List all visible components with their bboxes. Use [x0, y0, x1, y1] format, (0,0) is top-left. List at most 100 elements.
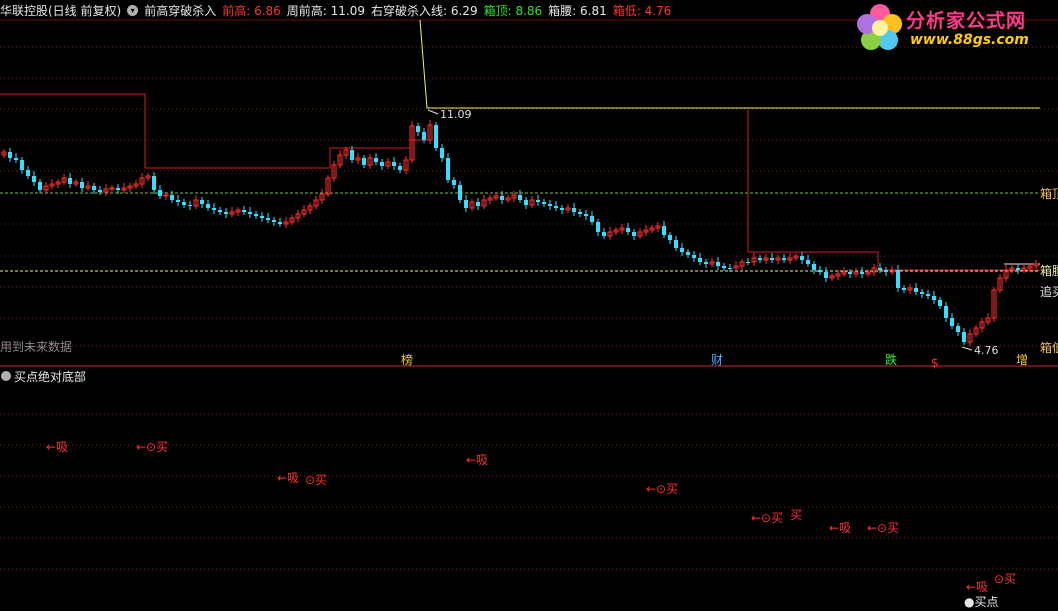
candle-body: [158, 190, 162, 196]
site-logo: 分析家公式网 www.88gs.com: [854, 2, 1054, 54]
chart-canvas[interactable]: 11.09 4.76 箱顶 箱腰 追买 箱低 用到未来数据 榜 财 跌 $ 增 …: [0, 0, 1058, 611]
header-item-week-high: 周前高: 11.09: [287, 2, 365, 19]
event-label-zeng[interactable]: 增: [1016, 353, 1028, 367]
candle-body: [8, 152, 12, 158]
flower-logo-icon: [857, 4, 902, 50]
candle-body: [626, 228, 630, 232]
candle-body: [536, 200, 540, 202]
candle-body: [422, 132, 426, 140]
candle-body: [860, 272, 864, 274]
candle-body: [758, 258, 762, 260]
sub-chart-signals: ←吸 ←⊙买 ←吸 ⊙买 ←吸 ←⊙买 ←⊙买 买 ←吸 ←⊙买 ←吸 ⊙买: [46, 440, 1016, 594]
header-item-box-mid: 箱腰: 6.81: [548, 2, 607, 19]
candle-body: [452, 180, 456, 185]
candle-body: [590, 216, 594, 222]
candle-body: [278, 222, 282, 224]
candle-body: [584, 214, 588, 216]
candle-body: [806, 260, 810, 264]
event-label-die[interactable]: 跌: [885, 352, 897, 367]
indicator-name[interactable]: 前高穿破杀入: [144, 2, 216, 19]
candle-body: [800, 256, 804, 260]
candle-body: [728, 268, 732, 269]
header-item-prev-high: 前高: 6.86: [222, 2, 281, 19]
candle-body: [848, 272, 852, 274]
candle-body: [212, 208, 216, 210]
candle-body: [824, 272, 828, 278]
box-low-label: 箱低: [1040, 340, 1058, 355]
signal-label: ←吸: [277, 471, 299, 485]
candle-body: [578, 212, 582, 214]
stock-title[interactable]: 华联控股(日线 前复权): [0, 2, 121, 19]
candle-body: [944, 306, 948, 318]
candle-body: [920, 292, 924, 294]
low-annotation-arrow: [961, 346, 973, 351]
candle-body: [704, 262, 708, 264]
logo-title: 分析家公式网: [906, 10, 1027, 32]
candle-body: [266, 218, 270, 220]
candle-body: [254, 214, 258, 216]
header-bar: 华联控股(日线 前复权) ▾ 前高穿破杀入 前高: 6.86 周前高: 11.0…: [0, 0, 677, 20]
event-label-dollar[interactable]: $: [931, 356, 939, 370]
signal-label: 买: [790, 508, 802, 522]
header-item-label: 箱腰:: [548, 3, 581, 18]
candle-body: [884, 270, 888, 272]
candle-body: [26, 170, 30, 176]
high-annotation: 11.09: [440, 108, 472, 121]
chart-labels: 11.09 4.76 箱顶 箱腰 追买 箱低 用到未来数据 榜 财 跌 $ 增 …: [0, 108, 1058, 609]
box-top-label: 箱顶: [1040, 186, 1058, 201]
header-item-label: 周前高:: [286, 3, 331, 18]
candle-body: [242, 210, 246, 212]
candle-body: [416, 126, 420, 132]
event-label-bang[interactable]: 榜: [401, 352, 413, 367]
candle-body: [896, 270, 900, 288]
candle-body: [20, 160, 24, 170]
candle-body: [476, 202, 480, 206]
candle-body: [374, 158, 378, 162]
signal-label: ←吸: [829, 521, 851, 535]
candle-body: [182, 202, 186, 205]
candle-body: [68, 178, 72, 184]
candle-body: [680, 248, 684, 252]
high-annotation-arrow: [427, 109, 439, 115]
candle-body: [458, 185, 462, 200]
header-item-value: 4.76: [644, 3, 672, 18]
candle-body: [362, 158, 366, 165]
candle-body: [692, 255, 696, 258]
candle-body: [464, 200, 468, 208]
candle-body: [109, 187, 115, 190]
candle-body: [188, 205, 192, 206]
signal-label: ⊙买: [305, 473, 327, 487]
candle-body: [902, 288, 906, 290]
candle-body: [602, 232, 606, 236]
candle-body: [548, 204, 552, 206]
buy-point-label: ●买点: [964, 595, 998, 609]
candle-body: [80, 182, 84, 188]
candle-body: [716, 262, 720, 266]
candle-body: [500, 196, 504, 200]
candle-body: [956, 326, 960, 332]
candle-body: [200, 200, 204, 204]
candle-body: [38, 182, 42, 190]
candle-body: [176, 200, 180, 202]
candle-body: [1016, 268, 1020, 270]
candle-body: [163, 194, 169, 197]
logo-url: www.88gs.com: [910, 32, 1029, 48]
header-item-value: 6.81: [580, 3, 607, 18]
event-label-cai[interactable]: 财: [711, 353, 723, 367]
chevron-down-icon[interactable]: ▾: [127, 4, 139, 16]
header-item-value: 11.09: [330, 3, 365, 18]
future-data-note: 用到未来数据: [0, 339, 72, 354]
sub-chart-collapse-icon[interactable]: [1, 371, 11, 381]
candlesticks: [1, 120, 1039, 346]
candle-body: [440, 148, 444, 158]
candle-body: [962, 332, 966, 342]
candle-body: [92, 186, 96, 190]
candle-body: [722, 266, 726, 268]
candle-body: [524, 200, 528, 205]
signal-label: ⊙买: [994, 572, 1016, 586]
candle-body: [782, 258, 786, 260]
signal-label: ←⊙买: [646, 482, 678, 496]
candle-body: [98, 190, 102, 192]
signal-label: ←⊙买: [136, 440, 168, 454]
candle-body: [632, 232, 636, 236]
